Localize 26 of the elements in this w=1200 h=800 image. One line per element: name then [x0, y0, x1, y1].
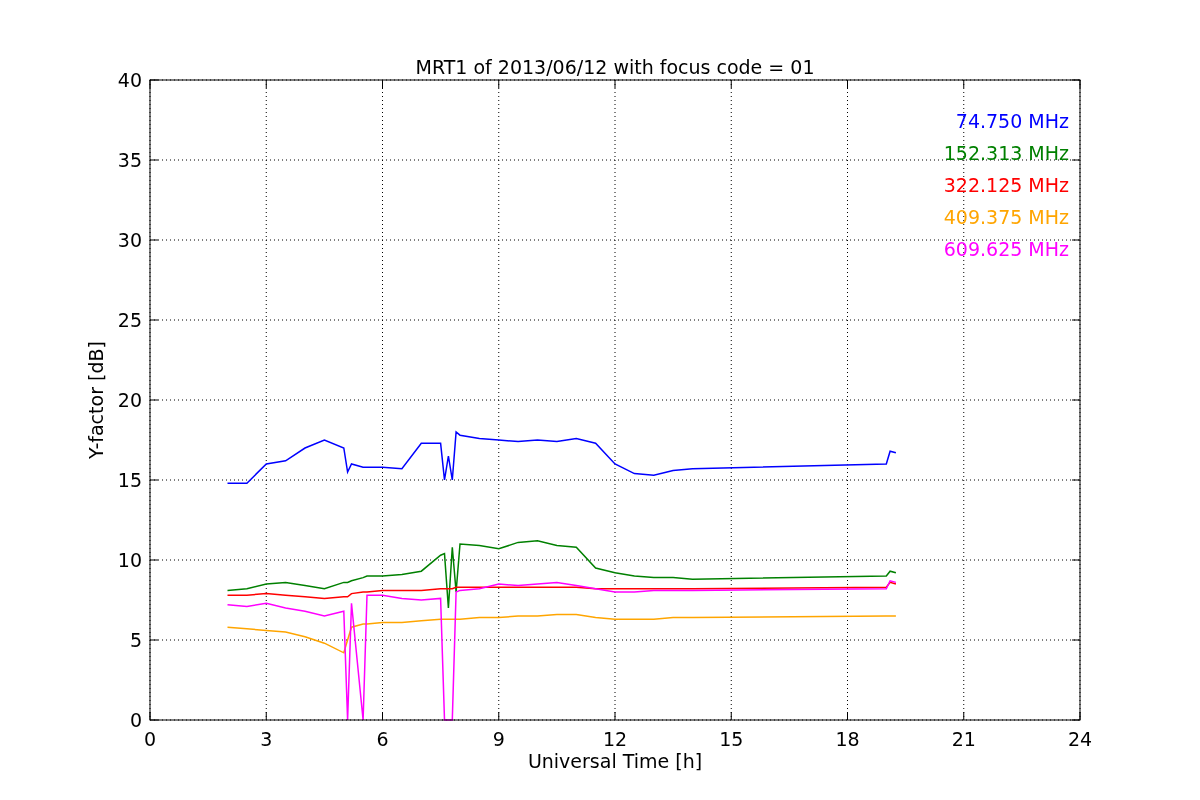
y-tick-label: 30	[117, 229, 142, 251]
legend-label: 409.375 MHz	[943, 206, 1069, 228]
x-tick-label: 9	[492, 728, 505, 750]
chart-title: MRT1 of 2013/06/12 with focus code = 01	[415, 56, 815, 78]
y-tick-label: 5	[129, 629, 142, 651]
y-axis-label: Y-factor [dB]	[85, 341, 107, 459]
y-tick-label: 10	[117, 549, 142, 571]
x-tick-label: 0	[143, 728, 157, 750]
y-tick-label: 0	[129, 709, 142, 731]
legend-label: 74.750 MHz	[955, 110, 1069, 132]
y-tick-label: 15	[117, 469, 142, 491]
x-tick-label: 6	[376, 728, 389, 750]
legend-label: 609.625 MHz	[943, 238, 1069, 260]
x-tick-label: 3	[260, 728, 273, 750]
x-tick-label: 24	[1067, 728, 1093, 750]
x-tick-label: 12	[602, 728, 628, 750]
y-tick-label: 25	[117, 309, 142, 331]
legend-label: 322.125 MHz	[943, 174, 1069, 196]
y-tick-label: 40	[117, 69, 142, 91]
y-tick-label: 35	[117, 149, 142, 171]
y-tick-label: 20	[117, 389, 142, 411]
x-tick-label: 18	[835, 728, 860, 750]
legend-label: 152.313 MHz	[943, 142, 1069, 164]
x-tick-label: 21	[951, 728, 976, 750]
x-tick-label: 15	[719, 728, 744, 750]
x-axis-label: Universal Time [h]	[527, 750, 703, 772]
